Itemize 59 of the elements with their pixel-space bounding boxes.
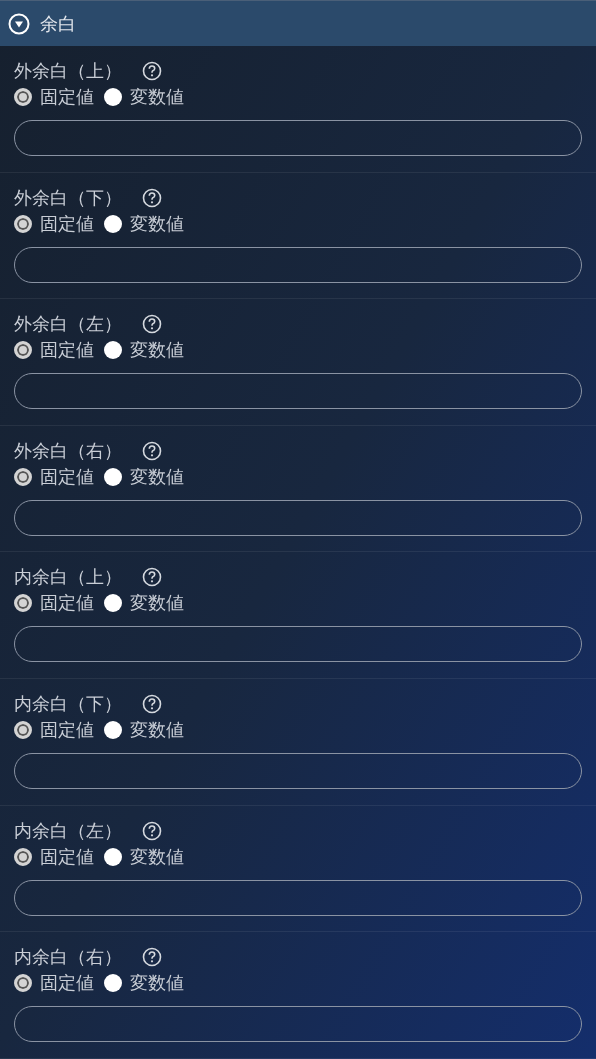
radio-button[interactable] (14, 341, 32, 360)
input-field[interactable] (14, 373, 582, 410)
radio-option[interactable]: 固定値 (14, 337, 94, 364)
radio-button[interactable] (14, 88, 32, 106)
field-label: 外余白（上） (14, 59, 122, 83)
radio-button[interactable] (14, 467, 32, 486)
help-icon[interactable] (142, 61, 162, 81)
radio-option[interactable]: 固定値 (14, 843, 94, 870)
input-field[interactable] (14, 1006, 582, 1043)
radio-option[interactable]: 固定値 (14, 84, 94, 110)
radio-button[interactable] (104, 214, 122, 233)
panel-header[interactable]: 余白 (0, 0, 596, 46)
field-label: 外余白（左） (14, 312, 122, 337)
radio-option[interactable]: 変数値 (104, 970, 184, 997)
radio-option[interactable]: 固定値 (14, 970, 94, 997)
radio-button[interactable] (14, 214, 32, 233)
radio-button[interactable] (14, 847, 32, 866)
radio-button[interactable] (104, 720, 122, 739)
radio-option[interactable]: 固定値 (14, 716, 94, 743)
radio-option[interactable]: 固定値 (14, 210, 94, 237)
radio-option[interactable]: 変数値 (104, 84, 184, 110)
input-field[interactable] (14, 752, 582, 789)
radio-button[interactable] (104, 88, 122, 106)
radio-option[interactable]: 固定値 (14, 463, 94, 490)
expand-toggle-icon[interactable] (8, 12, 30, 35)
help-icon[interactable] (142, 187, 162, 208)
radio-button[interactable] (14, 974, 32, 993)
radio-option[interactable]: 固定値 (14, 590, 94, 617)
field-label: 内余白（左） (14, 818, 122, 843)
radio-option[interactable]: 変数値 (104, 210, 184, 237)
radio-button[interactable] (14, 594, 32, 613)
radio-option[interactable]: 変数値 (104, 590, 184, 617)
radio-button[interactable] (104, 341, 122, 360)
field-label: 外余白（下） (14, 185, 122, 210)
field-label: 内余白（右） (14, 945, 122, 970)
input-field[interactable] (14, 120, 582, 156)
radio-button[interactable] (104, 974, 122, 993)
radio-option[interactable]: 変数値 (104, 843, 184, 870)
input-field[interactable] (14, 246, 582, 283)
help-icon[interactable] (142, 947, 162, 968)
radio-button[interactable] (104, 594, 122, 613)
help-icon[interactable] (142, 314, 162, 335)
input-field[interactable] (14, 626, 582, 663)
field-label: 外余白（右） (14, 438, 122, 463)
help-icon[interactable] (142, 693, 162, 714)
radio-button[interactable] (104, 847, 122, 866)
help-icon[interactable] (142, 440, 162, 461)
radio-option[interactable]: 変数値 (104, 716, 184, 743)
input-field[interactable] (14, 879, 582, 916)
field-label: 内余白（上） (14, 565, 122, 590)
help-icon[interactable] (142, 820, 162, 841)
radio-option[interactable]: 変数値 (104, 463, 184, 490)
panel-title: 余白 (40, 12, 76, 36)
help-icon[interactable] (142, 567, 162, 588)
input-field[interactable] (14, 499, 582, 536)
radio-button[interactable] (14, 720, 32, 739)
radio-button[interactable] (104, 467, 122, 486)
radio-option[interactable]: 変数値 (104, 337, 184, 364)
field-label: 内余白（下） (14, 691, 122, 716)
